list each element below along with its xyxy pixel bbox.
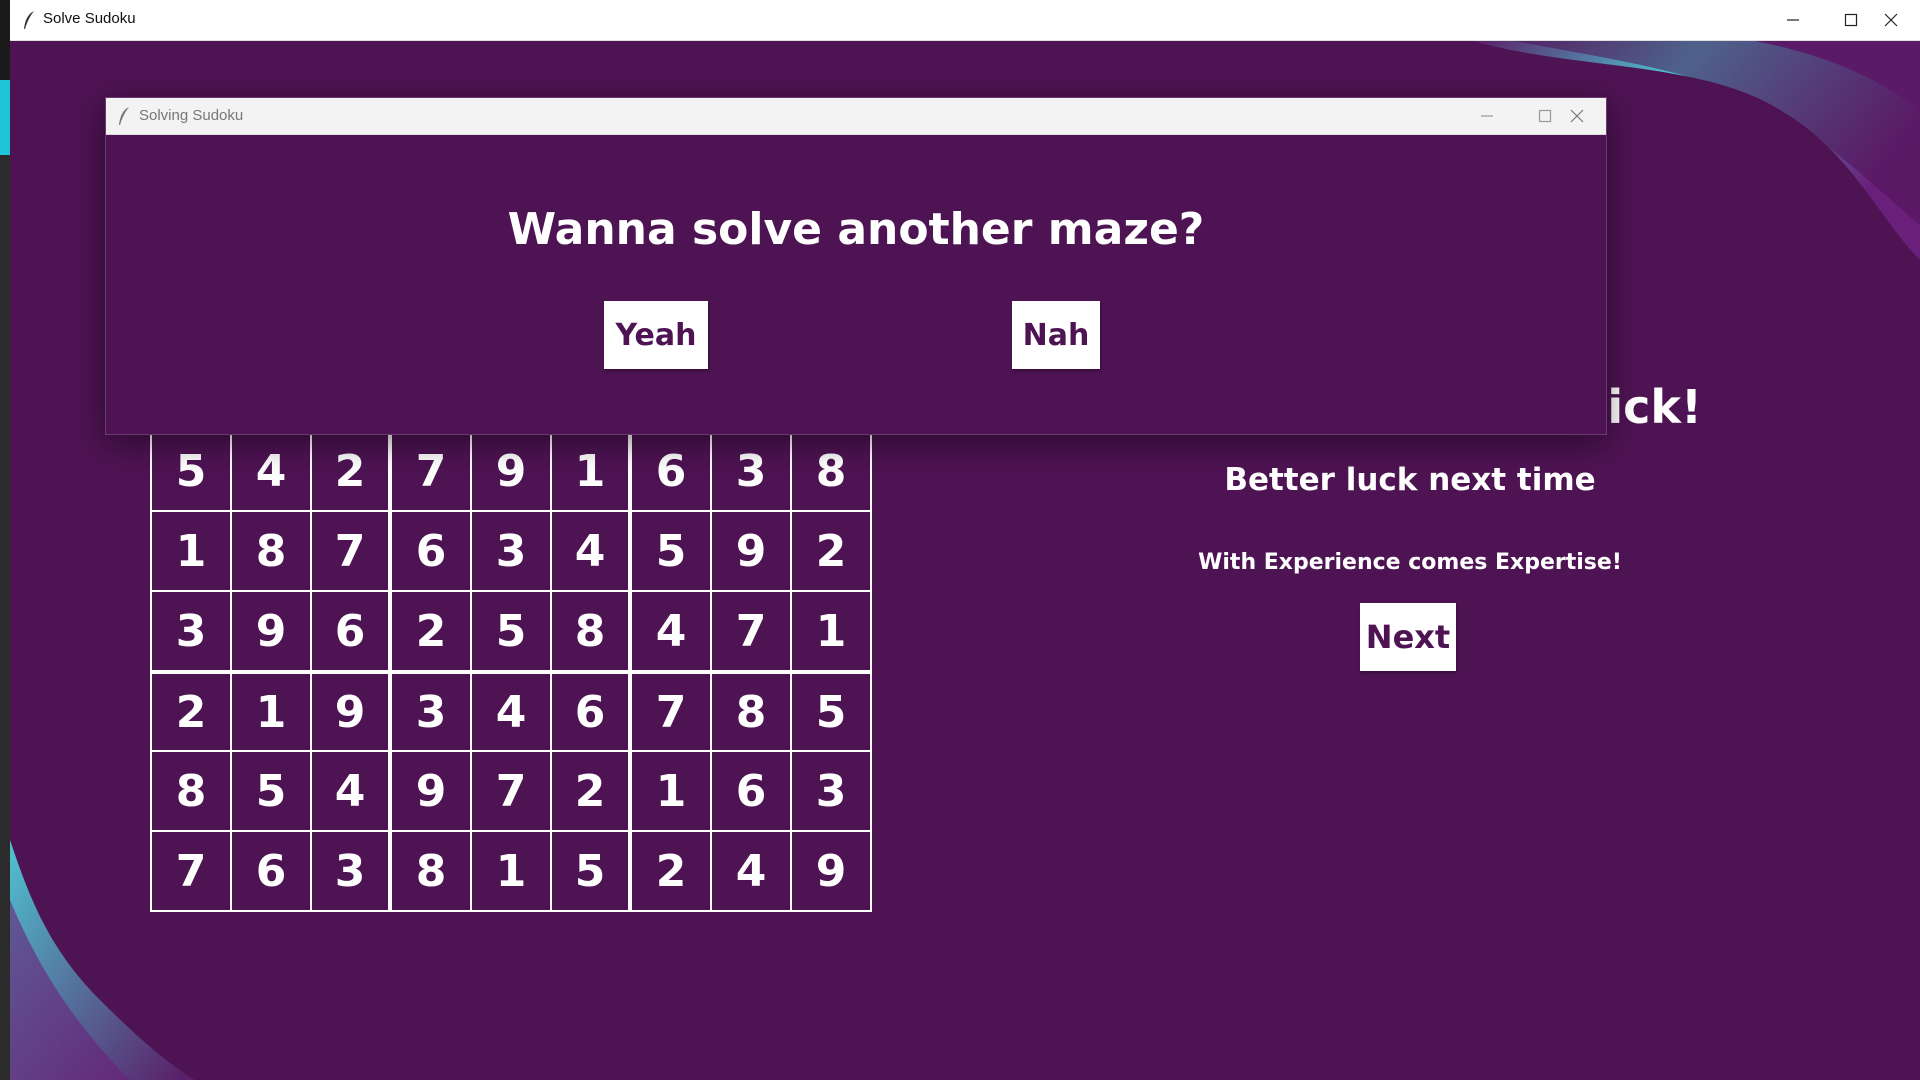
sudoku-cell[interactable]: 3 [472,510,552,590]
sudoku-cell[interactable]: 9 [472,430,552,510]
sudoku-cell[interactable]: 8 [712,670,792,750]
sudoku-cell[interactable]: 8 [552,590,632,670]
background-window-edge [0,155,10,1080]
main-title-bar: Solve Sudoku [10,0,1920,41]
sudoku-cell[interactable]: 3 [392,670,472,750]
sudoku-cell[interactable]: 6 [552,670,632,750]
sudoku-cell[interactable]: 5 [152,430,232,510]
dialog-question: Wanna solve another maze? [507,204,1205,255]
dialog-title: Solving Sudoku [139,107,244,124]
sudoku-cell[interactable]: 8 [232,510,312,590]
sudoku-cell[interactable]: 3 [792,750,872,830]
sudoku-cell[interactable]: 4 [552,510,632,590]
sudoku-cell[interactable]: 7 [392,430,472,510]
minimize-button[interactable] [1764,0,1822,40]
sudoku-cell[interactable]: 5 [552,830,632,910]
sudoku-cell[interactable]: 1 [632,750,712,830]
sudoku-cell[interactable]: 1 [152,510,232,590]
yeah-button[interactable]: Yeah [604,301,708,369]
sudoku-cell[interactable]: 5 [792,670,872,750]
sudoku-cell[interactable]: 5 [232,750,312,830]
sudoku-cell[interactable]: 9 [312,670,392,750]
sudoku-cell[interactable]: 6 [232,830,312,910]
window-title: Solve Sudoku [43,10,136,27]
solving-sudoku-dialog: Solving Sudoku Wanna solve another maze?… [105,97,1607,435]
sudoku-cell[interactable]: 1 [472,830,552,910]
sudoku-cell[interactable]: 4 [632,590,712,670]
minimize-icon [1787,19,1799,21]
sudoku-cell[interactable]: 3 [152,590,232,670]
sudoku-cell[interactable]: 6 [312,590,392,670]
result-tagline: With Experience comes Expertise! [1198,550,1622,575]
sudoku-cell[interactable]: 5 [472,590,552,670]
sudoku-cell[interactable]: 2 [392,590,472,670]
sudoku-cell[interactable]: 9 [392,750,472,830]
sudoku-cell[interactable]: 1 [792,590,872,670]
sudoku-cell[interactable]: 6 [632,430,712,510]
maximize-icon [1844,13,1858,27]
sudoku-cell[interactable]: 9 [232,590,312,670]
nah-button[interactable]: Nah [1012,301,1100,369]
sudoku-cell[interactable]: 7 [712,590,792,670]
sudoku-cell[interactable]: 8 [392,830,472,910]
sudoku-cell[interactable]: 6 [392,510,472,590]
sudoku-board: 5427916381876345923962584712193467858549… [150,430,872,912]
next-button[interactable]: Next [1360,603,1456,671]
sudoku-cell[interactable]: 2 [632,830,712,910]
sudoku-cell[interactable]: 3 [712,430,792,510]
sudoku-cell[interactable]: 2 [552,750,632,830]
sudoku-cell[interactable]: 2 [792,510,872,590]
sudoku-cell[interactable]: 7 [312,510,392,590]
sudoku-cell[interactable]: 1 [232,670,312,750]
close-icon [1570,109,1584,123]
sudoku-cell[interactable]: 7 [472,750,552,830]
dialog-close-button[interactable] [1548,98,1606,134]
feather-icon [24,11,34,29]
feather-icon [119,107,129,125]
sudoku-cell[interactable]: 9 [792,830,872,910]
sudoku-cell[interactable]: 4 [312,750,392,830]
sudoku-cell[interactable]: 5 [632,510,712,590]
sudoku-cell[interactable]: 8 [152,750,232,830]
sudoku-cell[interactable]: 9 [712,510,792,590]
sudoku-cell[interactable]: 4 [712,830,792,910]
close-icon [1884,13,1898,27]
background-window-edge [0,80,10,155]
sudoku-cell[interactable]: 3 [312,830,392,910]
sudoku-cell[interactable]: 4 [472,670,552,750]
result-message: Better luck next time [1224,462,1596,498]
close-button[interactable] [1862,0,1920,40]
sudoku-cell[interactable]: 4 [232,430,312,510]
minimize-icon [1481,115,1493,117]
sudoku-cell[interactable]: 2 [312,430,392,510]
dialog-title-bar: Solving Sudoku [106,98,1606,135]
sudoku-cell[interactable]: 6 [712,750,792,830]
sudoku-cell[interactable]: 8 [792,430,872,510]
sudoku-cell[interactable]: 2 [152,670,232,750]
sudoku-cell[interactable]: 7 [632,670,712,750]
sudoku-cell[interactable]: 7 [152,830,232,910]
sudoku-cell[interactable]: 1 [552,430,632,510]
dialog-minimize-button[interactable] [1458,98,1516,134]
